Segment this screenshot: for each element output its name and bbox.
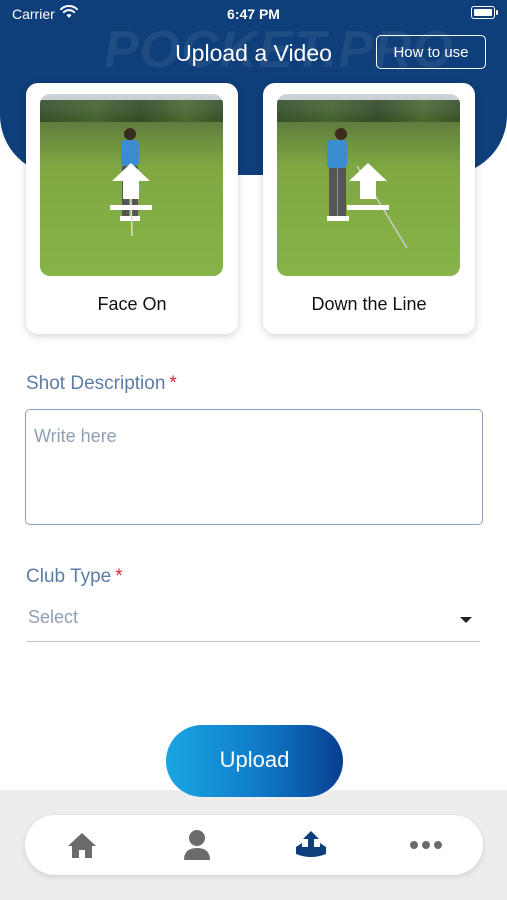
down-the-line-thumbnail[interactable] bbox=[277, 94, 460, 276]
more-icon bbox=[410, 841, 442, 849]
club-type-value: Select bbox=[28, 607, 79, 627]
nav-upload[interactable] bbox=[281, 815, 341, 875]
down-the-line-card[interactable]: Down the Line bbox=[263, 83, 475, 334]
battery-icon bbox=[471, 6, 498, 19]
upload-icon bbox=[296, 831, 326, 857]
face-on-thumbnail[interactable] bbox=[40, 94, 223, 276]
club-type-label: Club Type * bbox=[26, 566, 123, 588]
upload-button[interactable]: Upload bbox=[166, 725, 343, 797]
home-icon bbox=[68, 833, 96, 858]
bottom-nav-bar bbox=[25, 815, 483, 875]
face-on-card[interactable]: Face On bbox=[26, 83, 238, 334]
club-type-label-text: Club Type bbox=[26, 566, 112, 587]
trees-background bbox=[277, 100, 460, 122]
down-the-line-label: Down the Line bbox=[311, 294, 427, 314]
profile-icon bbox=[184, 830, 210, 860]
how-to-use-button[interactable]: How to use bbox=[376, 35, 486, 69]
nav-more[interactable] bbox=[396, 815, 456, 875]
club-type-select[interactable]: Select bbox=[27, 602, 480, 642]
shot-description-label-text: Shot Description bbox=[26, 373, 166, 394]
trees-background bbox=[40, 100, 223, 122]
shot-description-label: Shot Description * bbox=[26, 373, 177, 395]
nav-profile[interactable] bbox=[167, 815, 227, 875]
face-on-label: Face On bbox=[97, 294, 167, 314]
upload-arrow-icon bbox=[347, 163, 389, 210]
required-mark: * bbox=[169, 373, 177, 394]
shot-description-input[interactable] bbox=[25, 409, 483, 525]
nav-home[interactable] bbox=[52, 815, 112, 875]
status-time: 6:47 PM bbox=[227, 6, 280, 22]
caret-down-icon bbox=[460, 617, 472, 623]
upload-arrow-icon bbox=[110, 163, 152, 210]
required-mark: * bbox=[115, 566, 123, 587]
status-bar: Carrier 6:47 PM bbox=[0, 0, 507, 28]
